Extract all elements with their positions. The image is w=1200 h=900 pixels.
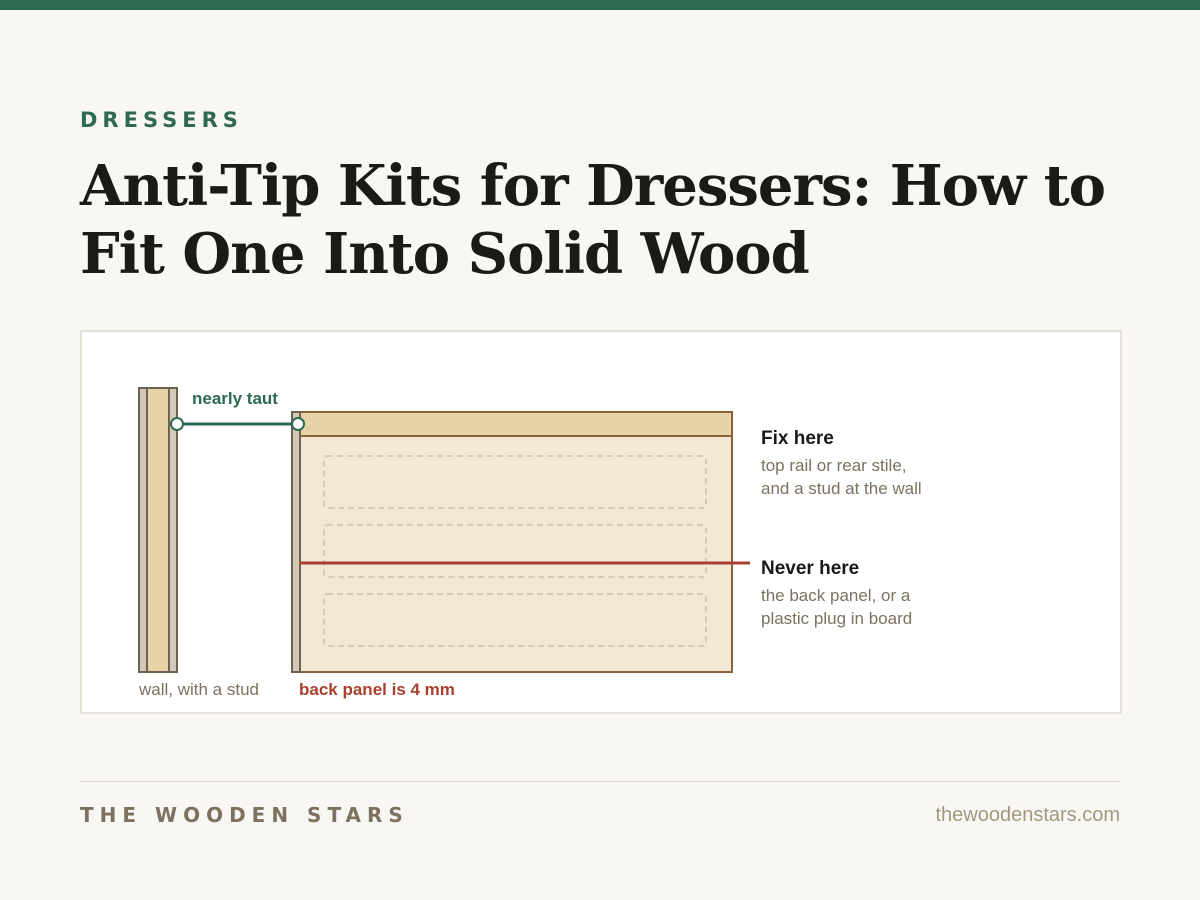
dresser-top-rail [299, 411, 733, 437]
never-here-callout: Never here the back panel, or a plastic … [761, 558, 912, 628]
dresser-anchor-point [291, 417, 305, 431]
article-title: Anti-Tip Kits for Dressers: How to Fit O… [80, 153, 1106, 287]
wall [138, 387, 178, 673]
wall-label: wall, with a stud [138, 680, 259, 699]
top-accent-bar [0, 0, 1200, 10]
fix-here-detail: top rail or rear stile, [761, 456, 907, 475]
never-here-detail: the back panel, or a [761, 586, 911, 605]
brand-name: THE WOODEN STARS [80, 803, 409, 827]
category-label: DRESSERS [80, 108, 243, 132]
fix-here-heading: Fix here [761, 428, 834, 449]
anti-tip-diagram: nearly taut wall, with a stud back panel… [80, 330, 1122, 714]
footer-divider [80, 781, 1120, 782]
wall-anchor-point [170, 417, 184, 431]
back-panel [291, 411, 301, 673]
dresser-body [299, 411, 733, 673]
never-here-detail: plastic plug in board [761, 609, 912, 628]
fix-here-detail: and a stud at the wall [761, 479, 922, 498]
back-panel-label: back panel is 4 mm [299, 680, 455, 699]
strap-label: nearly taut [192, 389, 278, 408]
wall-stud [146, 387, 170, 673]
dresser [291, 411, 733, 673]
fix-here-callout: Fix here top rail or rear stile, and a s… [761, 428, 922, 498]
never-here-heading: Never here [761, 558, 859, 579]
site-url[interactable]: thewoodenstars.com [935, 803, 1120, 827]
